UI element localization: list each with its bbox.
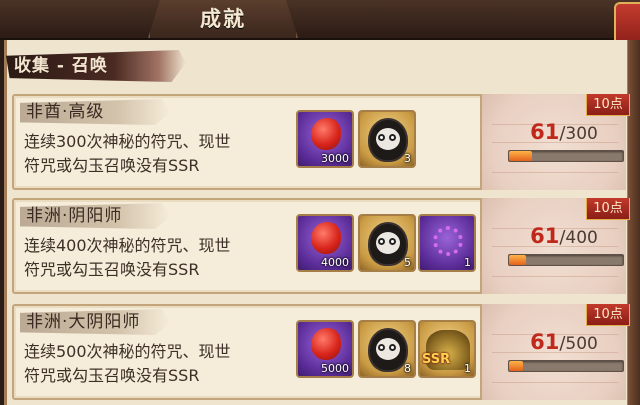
reward-count: 5	[404, 256, 411, 269]
ssr-label: SSR	[422, 352, 451, 367]
description-line: 连续300次神秘的符咒、现世	[24, 132, 231, 151]
points-badge: 10点	[586, 304, 630, 326]
progress-bar-fill	[509, 151, 533, 161]
daruma-face	[376, 338, 400, 360]
achievement-row[interactable]: 非洲·大阴阳师 连续500次神秘的符咒、现世 符咒或勾玉召唤没有SSR 5000…	[12, 304, 630, 400]
description-line: 符咒或勾玉召唤没有SSR	[24, 366, 200, 385]
reward-tile-jade[interactable]: 4000	[296, 214, 354, 272]
reward-count: 4000	[321, 256, 349, 269]
daruma-eye	[389, 238, 396, 245]
daruma-eye	[389, 344, 396, 351]
daruma-eye	[389, 134, 396, 141]
progress-counter: 61/400	[504, 222, 624, 250]
achievement-name: 非洲·大阴阳师	[26, 312, 141, 332]
black-daruma-icon	[368, 118, 408, 162]
daruma-face	[376, 232, 400, 254]
reward-tile-daruma[interactable]: 8	[358, 320, 416, 378]
reward-tile-jade[interactable]: 3000	[296, 110, 354, 168]
achievement-screen: 成就 收集 - 召唤 非酋·高级 连续300次神秘的符咒、现世 符咒或勾玉召唤没…	[0, 0, 640, 405]
section-title: 收集 - 召唤	[14, 56, 108, 76]
achievement-name: 非洲·阴阳师	[26, 206, 123, 226]
reward-tile-daruma[interactable]: 3	[358, 110, 416, 168]
progress-current: 61	[530, 120, 560, 144]
progress-counter: 61/500	[504, 328, 624, 356]
points-badge: 10点	[586, 94, 630, 116]
progress-current: 61	[530, 330, 560, 354]
progress-bar	[508, 150, 624, 162]
reward-count: 8	[404, 362, 411, 375]
progress-column: 10点 61/300	[480, 94, 630, 190]
description-line: 符咒或勾玉召唤没有SSR	[24, 156, 200, 175]
progress-bar	[508, 360, 624, 372]
purple-chain-icon	[433, 226, 463, 256]
progress-column: 10点 61/500	[480, 304, 630, 400]
daruma-eye	[378, 344, 385, 351]
magatama-jade-icon	[311, 222, 341, 254]
progress-goal: 400	[565, 228, 598, 248]
reward-count: 1	[464, 256, 471, 269]
description-line: 符咒或勾玉召唤没有SSR	[24, 260, 200, 279]
achievement-name: 非酋·高级	[26, 102, 105, 122]
reward-count: 1	[464, 362, 471, 375]
reward-tile-daruma[interactable]: 5	[358, 214, 416, 272]
page-title: 成就	[200, 7, 246, 31]
header-bar	[0, 0, 640, 40]
progress-counter: 61/300	[504, 118, 624, 146]
achievement-description: 连续500次神秘的符咒、现世 符咒或勾玉召唤没有SSR	[24, 340, 299, 388]
black-daruma-icon	[368, 222, 408, 266]
progress-column: 10点 61/400	[480, 198, 630, 294]
progress-bar-fill	[509, 361, 523, 371]
wave-pattern	[492, 172, 618, 173]
black-daruma-icon	[368, 328, 408, 372]
progress-bar	[508, 254, 624, 266]
reward-count: 5000	[321, 362, 349, 375]
achievement-row[interactable]: 非洲·阴阳师 连续400次神秘的符咒、现世 符咒或勾玉召唤没有SSR 4000 …	[12, 198, 630, 294]
description-line: 连续500次神秘的符咒、现世	[24, 342, 231, 361]
magatama-jade-icon	[311, 118, 341, 150]
points-badge: 10点	[586, 198, 630, 220]
progress-current: 61	[530, 224, 560, 248]
reward-tile-chain[interactable]: 1	[418, 214, 476, 272]
daruma-eye	[378, 134, 385, 141]
achievement-description: 连续400次神秘的符咒、现世 符咒或勾玉召唤没有SSR	[24, 234, 299, 282]
progress-goal: 300	[565, 124, 598, 144]
reward-count: 3000	[321, 152, 349, 165]
achievement-row[interactable]: 非酋·高级 连续300次神秘的符咒、现世 符咒或勾玉召唤没有SSR 3000 3…	[12, 94, 630, 190]
progress-goal: 500	[565, 334, 598, 354]
description-line: 连续400次神秘的符咒、现世	[24, 236, 231, 255]
daruma-face	[376, 128, 400, 150]
daruma-eye	[378, 238, 385, 245]
reward-tile-jade[interactable]: 5000	[296, 320, 354, 378]
magatama-jade-icon	[311, 328, 341, 360]
wave-pattern	[492, 382, 618, 383]
progress-bar-fill	[509, 255, 527, 265]
wave-pattern	[492, 276, 618, 277]
achievement-description: 连续300次神秘的符咒、现世 符咒或勾玉召唤没有SSR	[24, 130, 299, 178]
reward-tile-ssr[interactable]: SSR 1	[418, 320, 476, 378]
reward-count: 3	[404, 152, 411, 165]
